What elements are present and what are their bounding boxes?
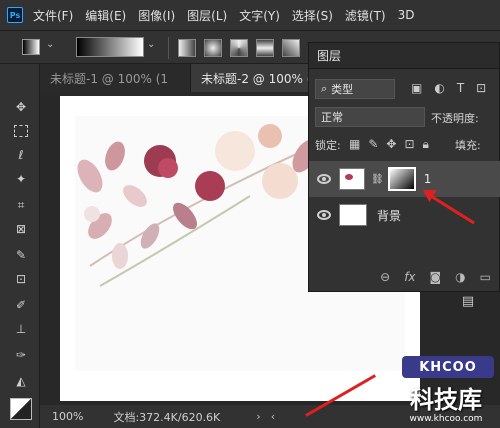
menu-layer[interactable]: 图层(L): [187, 7, 227, 24]
lock-paint-icon[interactable]: ✎: [368, 137, 378, 152]
linear-gradient-button[interactable]: [178, 39, 196, 57]
opacity-label: 不透明度:: [431, 112, 479, 125]
shape-filter-icon[interactable]: ⊡: [476, 81, 486, 95]
tab-label: 未标题-2 @ 100% (1: [201, 71, 320, 86]
stamp-icon[interactable]: ⊥: [10, 318, 32, 340]
panel-footer: ⊖ fx ◙ ◑ ▭: [309, 263, 500, 291]
text-filter-icon[interactable]: T: [457, 81, 464, 95]
watermark: KHCOO 科技库 www.khcoo.com: [392, 352, 500, 428]
foreground-background-icon[interactable]: [10, 398, 32, 420]
lock-all-icon[interactable]: 🔒︎: [423, 137, 429, 152]
fx-icon[interactable]: fx: [404, 270, 415, 284]
link-icon[interactable]: ⛓︎: [371, 174, 384, 185]
menu-image[interactable]: 图像(I): [138, 7, 175, 24]
image-filter-icon[interactable]: ▣: [411, 81, 422, 95]
magic-wand-icon[interactable]: ✦: [10, 168, 32, 190]
visibility-icon[interactable]: [317, 174, 331, 184]
layer-thumbnail: [339, 204, 367, 226]
gradient-picker[interactable]: [76, 37, 144, 57]
filter-select[interactable]: ⌕ 类型: [315, 79, 395, 99]
lasso-icon[interactable]: ℓ: [10, 144, 32, 166]
filter-label: 类型: [331, 83, 354, 96]
lock-position-icon[interactable]: ✥: [386, 137, 396, 152]
menu-filter[interactable]: 滤镜(T): [345, 7, 386, 24]
menu-edit[interactable]: 编辑(E): [85, 7, 126, 24]
scroll-left-icon[interactable]: ‹: [271, 410, 275, 423]
panel-title[interactable]: 图层: [317, 47, 341, 64]
zoom-level[interactable]: 100%: [52, 410, 83, 423]
menu-3d[interactable]: 3D: [398, 8, 415, 22]
adjustment-layer-icon[interactable]: ◑: [455, 270, 465, 284]
fill-label: 填充:: [455, 139, 481, 152]
tab-untitled-1[interactable]: 未标题-1 @ 100% (1: [40, 64, 190, 92]
new-group-icon[interactable]: ▭: [480, 270, 491, 284]
menu-bar: Ps 文件(F) 编辑(E) 图像(I) 图层(L) 文字(Y) 选择(S) 滤…: [0, 0, 500, 30]
layers-panel: 图层 ⌕ 类型 ▣ ◐ T ⊡ 正常 不透明度: 锁定: ▦ ✎ ✥ ⊡ 🔒︎ …: [308, 42, 500, 292]
layer-row[interactable]: ⛓︎ 1: [309, 161, 500, 197]
chevron-right-icon[interactable]: ›: [256, 410, 260, 423]
add-mask-icon[interactable]: ◙: [430, 270, 442, 284]
link-layers-icon[interactable]: ⊖: [380, 270, 390, 284]
layer-mask-thumbnail[interactable]: [387, 167, 416, 191]
radial-gradient-button[interactable]: [204, 39, 222, 57]
eraser-icon[interactable]: ◭: [10, 370, 32, 392]
lock-label: 锁定:: [315, 139, 341, 152]
reflected-gradient-button[interactable]: [256, 39, 274, 57]
menu-type[interactable]: 文字(Y): [239, 7, 280, 24]
diamond-gradient-button[interactable]: [282, 39, 300, 57]
search-icon: ⌕: [321, 82, 328, 95]
document-info: 文档:372.4K/620.6K: [113, 410, 221, 424]
watermark-brand: KHCOO: [419, 359, 477, 375]
menu-file[interactable]: 文件(F): [33, 7, 73, 24]
filter-icons: ▣ ◐ T ⊡: [411, 81, 486, 95]
gradient-dropdown-icon[interactable]: ⌄: [147, 39, 155, 50]
menu-select[interactable]: 选择(S): [292, 7, 333, 24]
eyedropper-icon[interactable]: ✎: [10, 244, 32, 266]
brush-icon[interactable]: ✐: [10, 294, 32, 316]
marquee-icon[interactable]: [10, 120, 32, 142]
layer-thumbnail: [339, 168, 365, 190]
tool-preset-icon[interactable]: [22, 39, 40, 55]
lock-transparency-icon[interactable]: ▦: [349, 137, 360, 152]
visibility-icon[interactable]: [317, 210, 331, 220]
tab-label: 未标题-1 @ 100% (1: [50, 71, 169, 86]
frame-icon[interactable]: ⊠: [10, 218, 32, 240]
lock-icons: ▦ ✎ ✥ ⊡ 🔒︎: [349, 137, 429, 152]
watermark-url: www.khcoo.com: [409, 414, 483, 424]
chevron-down-icon[interactable]: ⌄: [46, 39, 54, 50]
panel-header: 图层: [309, 43, 499, 69]
lock-artboard-icon[interactable]: ⊡: [404, 137, 414, 152]
adjustment-filter-icon[interactable]: ◐: [434, 81, 444, 95]
tool-bar: ✥ ℓ ✦ ⌗ ⊠ ✎ ⊡ ✐ ⊥ ✑ ◭: [0, 64, 40, 428]
app-logo: Ps: [7, 7, 23, 23]
healing-icon[interactable]: ⊡: [10, 268, 32, 290]
watermark-cn: 科技库: [410, 386, 482, 414]
layer-row[interactable]: 背景: [309, 197, 500, 233]
blend-mode-select[interactable]: 正常: [315, 107, 425, 127]
divider: [168, 37, 169, 59]
panel-dock-icon[interactable]: ▤: [456, 294, 480, 314]
move-icon[interactable]: ✥: [10, 96, 32, 118]
crop-icon[interactable]: ⌗: [10, 194, 32, 216]
history-brush-icon[interactable]: ✑: [10, 344, 32, 366]
blend-mode-value: 正常: [321, 111, 343, 124]
layer-name[interactable]: 背景: [377, 207, 401, 224]
angle-gradient-button[interactable]: [230, 39, 248, 57]
